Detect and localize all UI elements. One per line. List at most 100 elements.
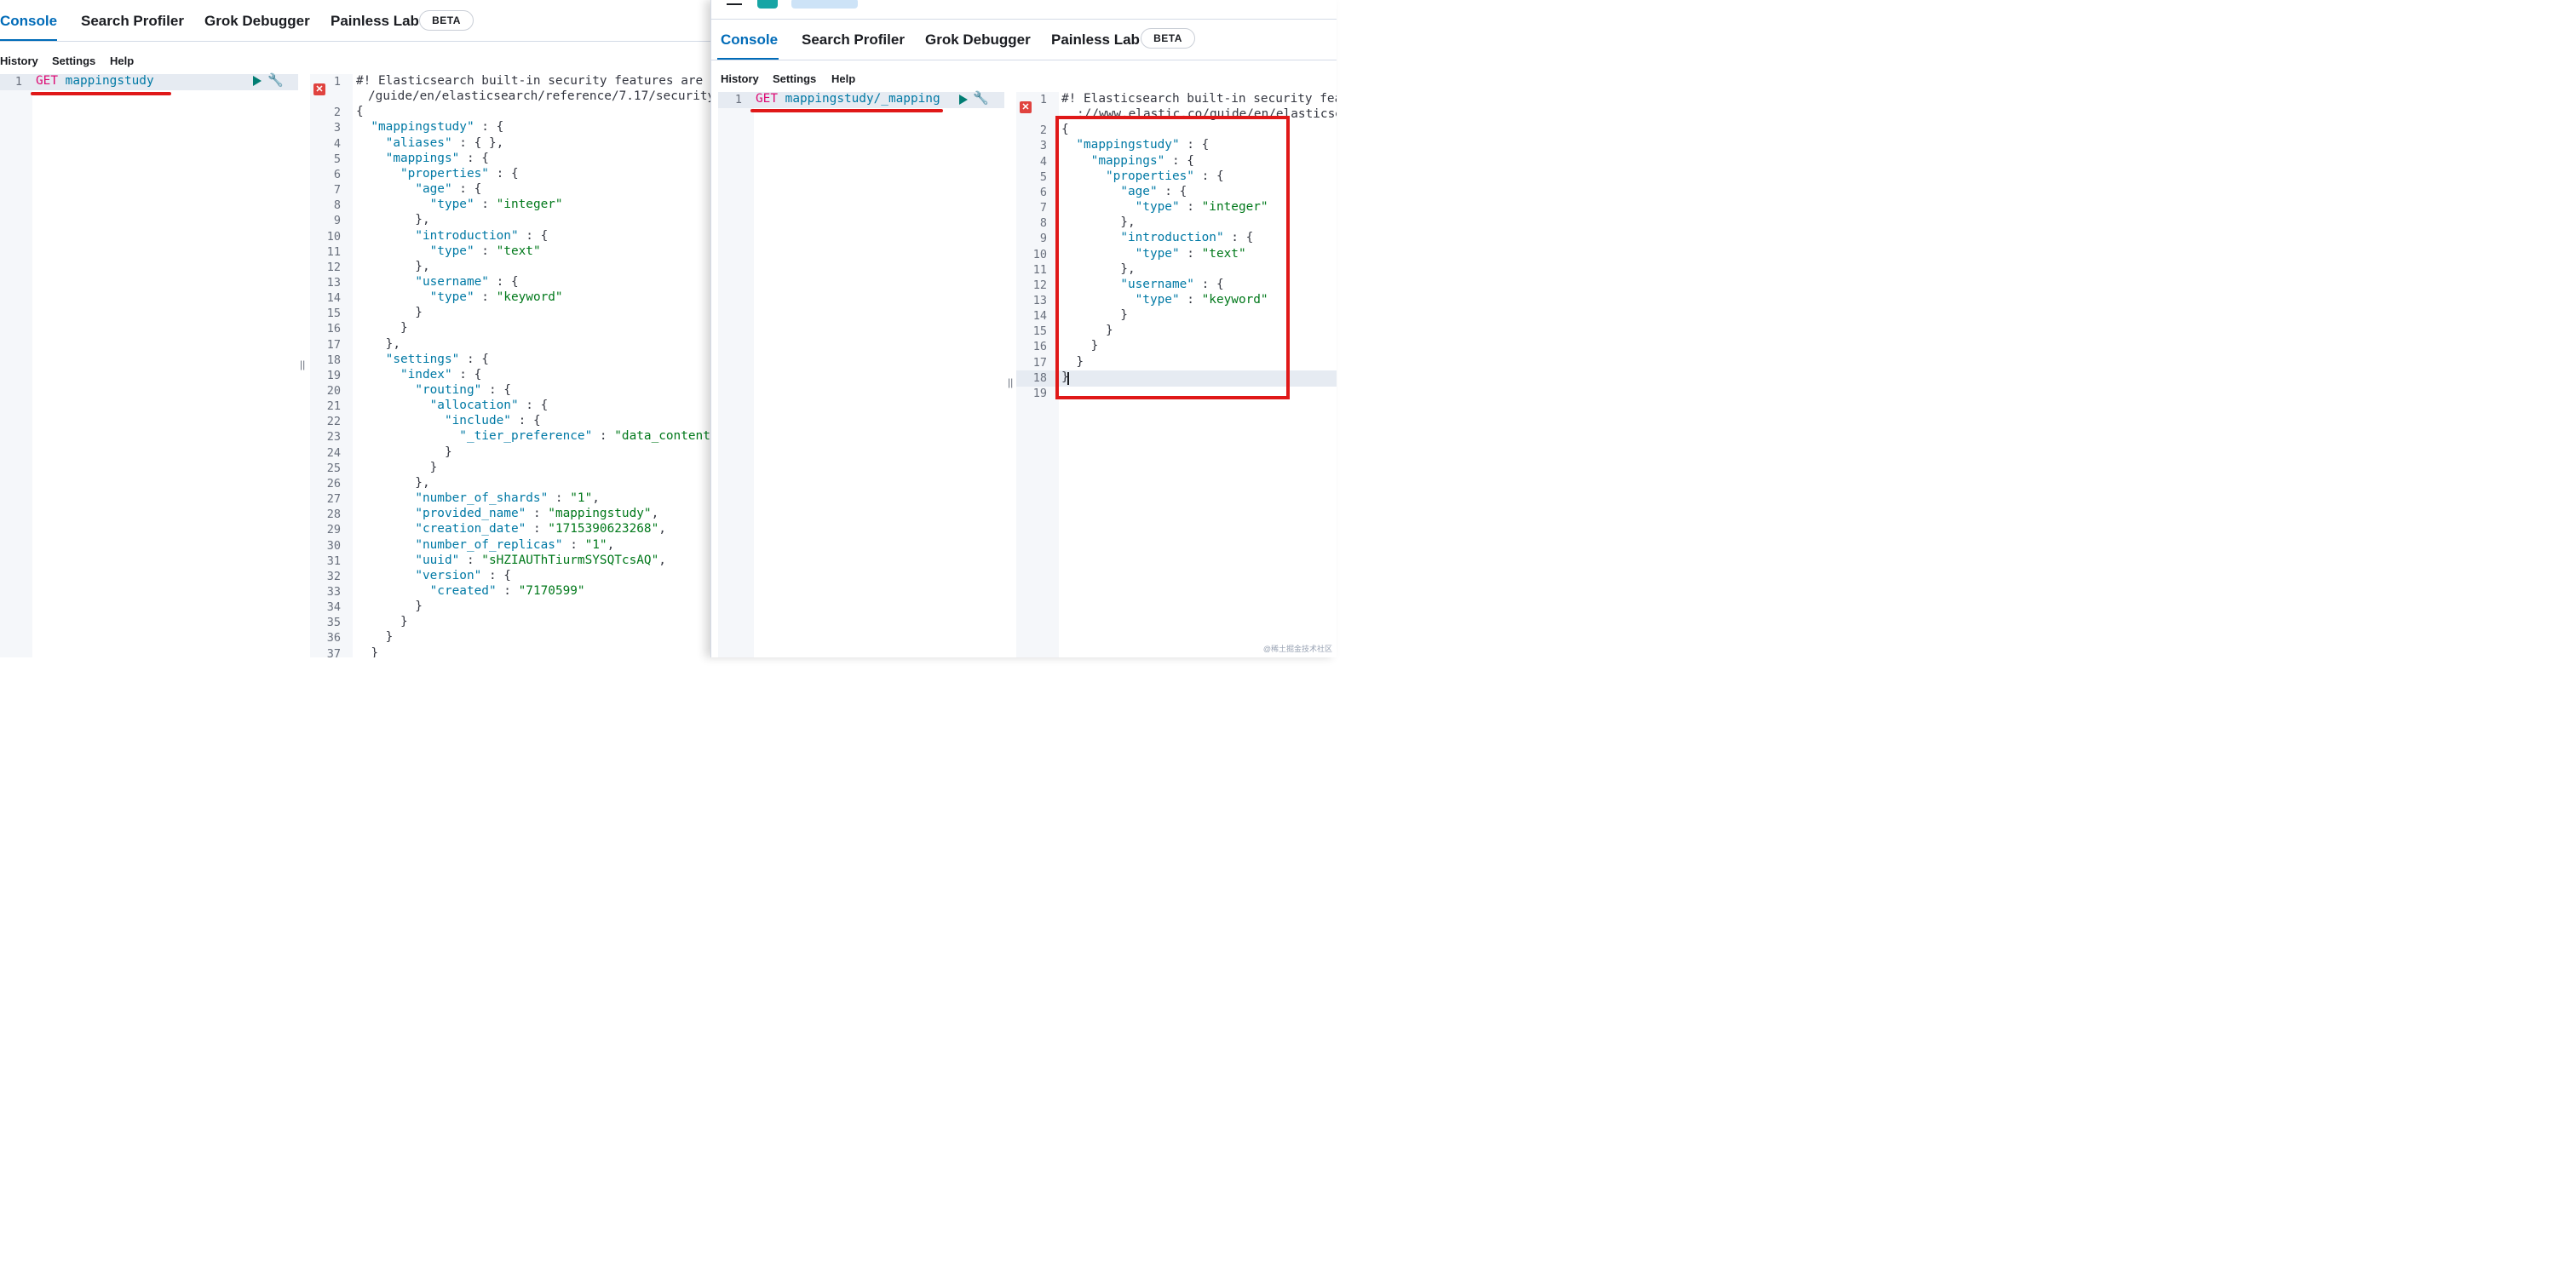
response-line: "settings" : { [385,352,489,366]
history-menu[interactable]: History [721,72,759,85]
line-number: 9 [333,214,341,228]
response-line: "creation_date" : "1715390623268", [415,522,666,536]
line-number: 36 [326,631,341,645]
line-number: 31 [326,554,341,568]
line-number: 21 [326,399,341,414]
response-line: "_tier_preference" : "data_content" [459,429,710,444]
request-gutter [718,92,754,657]
response-line: "mappingstudy" : { [371,120,504,135]
line-number: 15 [326,307,341,321]
tab-search-profiler[interactable]: Search Profiler [81,13,184,30]
response-line: "number_of_replicas" : "1", [415,537,615,552]
response-line: "provided_name" : "mappingstudy", [415,507,659,521]
line-number: 34 [326,600,341,615]
response-line: "allocation" : { [429,399,549,413]
line-number: 14 [326,291,341,306]
tab-bar: Console Search Profiler Grok Debugger Pa… [0,0,710,42]
response-line: "age" : { [415,182,482,197]
response-line: "type" : "text" [429,244,541,258]
line-number: 8 [333,198,341,213]
line-number: 13 [1032,293,1047,307]
line-number: 8 [1039,216,1047,231]
response-line: }, [356,213,430,227]
line-number: 13 [326,275,341,290]
settings-menu[interactable]: Settings [773,72,816,85]
tab-painless-lab[interactable]: Painless Lab [1051,32,1140,49]
line-number: 26 [326,476,341,491]
response-line: }, [356,475,430,490]
wrench-icon[interactable]: 🔧 [973,90,989,106]
line-number: 29 [326,523,341,537]
wrench-icon[interactable]: 🔧 [267,72,284,88]
response-comment: #! Elasticsearch built-in security featu… [356,74,710,88]
response-line: "properties" : { [400,166,519,181]
response-line: } [356,321,408,336]
line-number: 14 [1032,309,1047,324]
help-menu[interactable]: Help [831,72,855,85]
response-line: }, [356,259,430,273]
response-comment: #! Elasticsearch built-in security feat [1061,92,1337,106]
line-number: 6 [333,167,341,181]
tab-bar: Console Search Profiler Grok Debugger Pa… [711,19,1337,60]
line-number: 12 [326,260,341,274]
request-line[interactable]: GET mappingstudy [36,74,154,88]
response-line: } [356,460,438,474]
line-number: 1 [1039,93,1047,106]
tab-console[interactable]: Console [0,13,57,30]
request-method: GET [756,92,778,106]
response-line: "routing" : { [415,383,511,397]
request-gutter [0,74,32,657]
line-number: 3 [333,121,341,135]
line-number: 23 [326,430,341,445]
tab-grok-debugger[interactable]: Grok Debugger [925,32,1031,49]
line-number: 27 [326,492,341,507]
settings-menu[interactable]: Settings [52,55,95,67]
response-line: } [356,600,423,614]
left-dev-tools-window: Console Search Profiler Grok Debugger Pa… [0,0,710,657]
split-handle[interactable]: || [1008,376,1013,388]
help-menu[interactable]: Help [110,55,134,67]
breadcrumb[interactable] [791,0,858,9]
tab-painless-lab[interactable]: Painless Lab [331,13,419,30]
line-number: 22 [326,415,341,429]
line-number: 20 [326,384,341,398]
request-path: mappingstudy [65,74,154,88]
line-number: 12 [1032,278,1047,292]
line-number: 28 [326,508,341,522]
request-path: mappingstudy/_mapping [785,92,940,106]
tab-search-profiler[interactable]: Search Profiler [802,32,905,49]
request-line[interactable]: GET mappingstudy/_mapping [756,92,940,106]
response-line: } [356,645,378,657]
send-request-icon[interactable] [253,76,262,86]
line-number: 17 [326,337,341,352]
beta-badge: BETA [419,10,474,31]
request-method: GET [36,74,58,88]
line-number: 10 [326,229,341,244]
text-cursor [1067,372,1069,385]
line-number: 6 [1039,185,1047,199]
send-request-icon[interactable] [959,95,968,105]
response-line: "introduction" : { [415,228,549,243]
response-line: "number_of_shards" : "1", [415,491,600,506]
line-number: 25 [326,461,341,475]
active-tab-indicator [717,58,779,60]
annotation-box [1055,116,1290,399]
menu-icon[interactable] [727,3,742,5]
response-line: "created" : "7170599" [429,583,585,598]
history-menu[interactable]: History [0,55,38,67]
line-number: 19 [1032,386,1047,400]
response-line: } [356,630,394,645]
line-number: 18 [1032,370,1047,385]
response-line: }, [356,336,400,351]
line-number: 5 [333,152,341,166]
tab-grok-debugger[interactable]: Grok Debugger [204,13,310,30]
split-handle[interactable]: || [300,359,305,370]
tab-console[interactable]: Console [721,32,778,49]
app-logo-icon[interactable] [757,0,778,9]
line-number: 19 [326,368,341,382]
beta-badge: BETA [1141,28,1195,49]
line-number: 11 [326,244,341,259]
response-line: "version" : { [415,568,511,582]
line-number: 9 [1039,232,1047,246]
active-tab-indicator [0,39,57,41]
